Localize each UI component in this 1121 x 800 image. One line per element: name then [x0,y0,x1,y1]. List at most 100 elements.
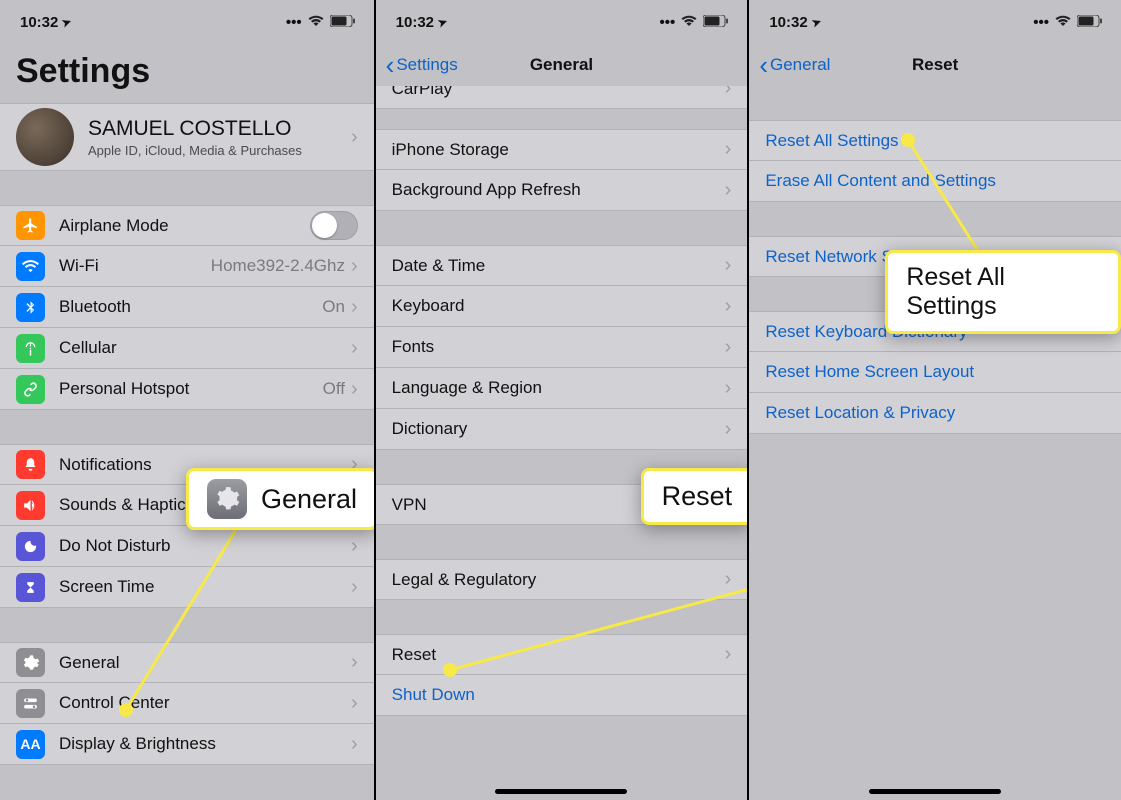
connectivity-group: Airplane Mode Wi-FiHome392-2.4Ghz›Bluetoo… [0,205,374,410]
nav-bar: ‹ Settings General [376,44,748,86]
row-label: Display & Brightness [59,734,351,754]
back-button[interactable]: ‹ General [759,55,830,76]
row-legal-regulatory[interactable]: Legal & Regulatory› [376,559,748,600]
wifi-icon [681,14,697,31]
hourglass-icon [16,573,45,602]
link-icon [16,375,45,404]
row-label: VPN [392,495,676,515]
row-label: General [59,653,351,673]
row-screen-time[interactable]: Screen Time› [0,567,374,608]
bluetooth-icon [16,293,45,322]
chevron-right-icon: › [351,296,358,319]
row-airplane-mode[interactable]: Airplane Mode [0,205,374,246]
chevron-right-icon: › [725,179,732,202]
status-bar: 10:32 ➤ ••• [749,0,1121,44]
chevron-left-icon: ‹ [759,55,768,76]
back-button[interactable]: ‹ Settings [386,55,458,76]
chevron-right-icon: › [725,643,732,666]
battery-icon [330,14,356,31]
row-reset-home-screen-layout[interactable]: Reset Home Screen Layout [749,352,1121,393]
aa-icon: AA [16,730,45,759]
row-label: Date & Time [392,256,725,276]
home-indicator[interactable] [869,789,1001,794]
chevron-right-icon: › [725,254,732,277]
nav-bar: ‹ General Reset [749,44,1121,86]
callout-reset: Reset [641,468,748,525]
row-do-not-disturb[interactable]: Do Not Disturb› [0,526,374,567]
row-reset-location-privacy[interactable]: Reset Location & Privacy [749,393,1121,434]
row-reset[interactable]: Reset› [376,634,748,675]
row-label: Reset Home Screen Layout [765,362,1105,382]
profile-row[interactable]: SAMUEL COSTELLO Apple ID, iCloud, Media … [0,103,374,171]
chevron-right-icon: › [725,336,732,359]
row-keyboard[interactable]: Keyboard› [376,286,748,327]
row-wi-fi[interactable]: Wi-FiHome392-2.4Ghz› [0,246,374,287]
profile-sub: Apple ID, iCloud, Media & Purchases [88,143,351,158]
row-label: Fonts [392,337,725,357]
row-label: Personal Hotspot [59,379,323,399]
chevron-right-icon: › [351,535,358,558]
airplane-icon [16,211,45,240]
chevron-right-icon: › [351,692,358,715]
phone-general: 10:32 ➤ ••• ‹ Settings General CarPlay› … [374,0,748,800]
row-label: Keyboard [392,296,725,316]
row-carplay[interactable]: CarPlay› [376,86,748,109]
chevron-right-icon: › [351,733,358,756]
signal-icon: ••• [660,14,676,31]
chevron-right-icon: › [351,337,358,360]
row-reset-all-settings[interactable]: Reset All Settings [749,120,1121,161]
location-icon: ➤ [60,14,73,29]
row-label: Background App Refresh [392,180,725,200]
row-dictionary[interactable]: Dictionary› [376,409,748,450]
status-time: 10:32 [769,14,807,31]
row-label: Reset Location & Privacy [765,403,1105,423]
row-cellular[interactable]: Cellular› [0,328,374,369]
row-label: Legal & Regulatory [392,570,725,590]
row-bluetooth[interactable]: BluetoothOn› [0,287,374,328]
toggle[interactable] [310,211,358,240]
row-control-center[interactable]: Control Center› [0,683,374,724]
antenna-icon [16,334,45,363]
page-title: Settings [0,44,374,103]
marker-reset [443,663,457,677]
row-label: Airplane Mode [59,216,310,236]
chevron-right-icon: › [725,86,732,100]
switches-icon [16,689,45,718]
gear-icon [207,479,247,519]
wifi-icon [16,252,45,281]
gear-icon [16,648,45,677]
signal-icon: ••• [286,14,302,31]
row-label: Reset [392,645,725,665]
row-date-time[interactable]: Date & Time› [376,245,748,286]
chevron-left-icon: ‹ [386,55,395,76]
battery-icon [703,14,729,31]
row-background-app-refresh[interactable]: Background App Refresh› [376,170,748,211]
row-label: Cellular [59,338,351,358]
callout-general: General [186,468,374,530]
row-label: Reset All Settings [765,131,1105,151]
status-bar: 10:32 ➤ ••• [376,0,748,44]
chevron-right-icon: › [351,378,358,401]
row-personal-hotspot[interactable]: Personal HotspotOff› [0,369,374,410]
row-general[interactable]: General› [0,642,374,683]
row-display-brightness[interactable]: AA Display & Brightness› [0,724,374,765]
phone-reset: 10:32 ➤ ••• ‹ General Reset Reset All Se… [747,0,1121,800]
chevron-right-icon: › [351,255,358,278]
callout-reset-all: Reset All Settings [885,250,1121,334]
row-language-region[interactable]: Language & Region› [376,368,748,409]
marker-general [119,703,133,717]
avatar [16,108,74,166]
wifi-icon [308,14,324,31]
row-iphone-storage[interactable]: iPhone Storage› [376,129,748,170]
row-shut-down[interactable]: Shut Down [376,675,748,716]
row-label: Language & Region [392,378,725,398]
wifi-icon [1055,14,1071,31]
speaker-icon [16,491,45,520]
row-fonts[interactable]: Fonts› [376,327,748,368]
row-label: CarPlay [392,86,725,99]
chevron-right-icon: › [725,295,732,318]
row-erase-all-content-and-settings[interactable]: Erase All Content and Settings [749,161,1121,202]
home-indicator[interactable] [495,789,627,794]
chevron-right-icon: › [351,126,358,149]
row-label: Dictionary [392,419,725,439]
